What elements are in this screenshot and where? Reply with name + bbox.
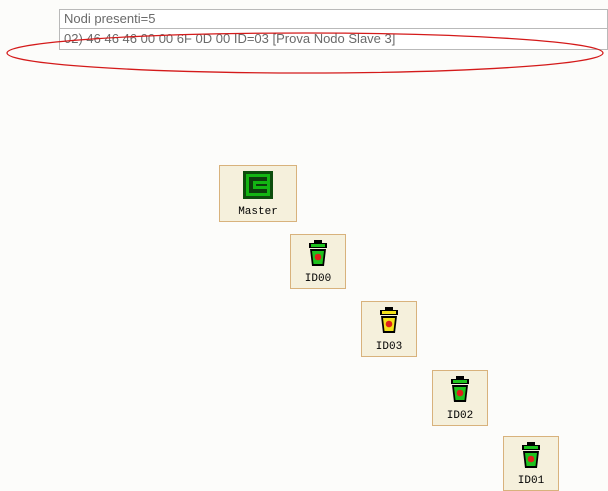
node-master-label: Master [238, 206, 278, 218]
node-id00[interactable]: ID00 [290, 234, 346, 289]
yellow-bin-icon [378, 306, 400, 339]
master-chip-icon [242, 170, 274, 205]
node-id01[interactable]: ID01 [503, 436, 559, 491]
green-bin-icon [520, 441, 542, 474]
nodes-count-line: Nodi presenti=5 [59, 9, 608, 28]
node-master[interactable]: Master [219, 165, 297, 222]
green-bin-icon [449, 375, 471, 408]
node-id01-label: ID01 [517, 475, 545, 487]
node-id02[interactable]: ID02 [432, 370, 488, 426]
node-id03-label: ID03 [375, 341, 403, 353]
green-bin-icon [307, 239, 329, 272]
node-id02-label: ID02 [446, 410, 474, 422]
node-id00-label: ID00 [304, 273, 332, 285]
selected-node-info-line[interactable]: 02) 46 46 46 00 00 6F 0D 00 ID=03 [Prova… [59, 28, 608, 50]
node-id03[interactable]: ID03 [361, 301, 417, 357]
